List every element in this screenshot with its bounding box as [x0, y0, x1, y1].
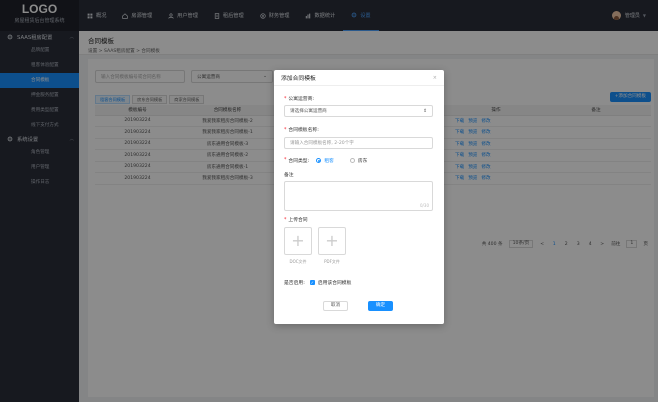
enable-row: 是否启用: ✓ 启用该合同模板 — [284, 279, 351, 286]
enable-text[interactable]: 启用该合同模板 — [318, 279, 352, 286]
radio-landlord[interactable] — [349, 158, 355, 163]
label-text: 合同模板名称: — [288, 128, 319, 133]
select-placeholder: 请选择公寓运营商 — [290, 109, 327, 114]
upload-pdf-button[interactable]: + — [318, 227, 346, 255]
up-down-arrow-icon: ⇕ — [423, 108, 427, 114]
remark-label: 备注 — [284, 173, 294, 178]
plus-icon: + — [325, 231, 339, 250]
enable-checkbox[interactable]: ✓ — [309, 280, 315, 285]
operator-label: * 公寓运营商: — [284, 95, 314, 102]
close-icon[interactable]: × — [433, 75, 437, 81]
contract-type-row: * 合同类型: 租客 房东 — [284, 157, 367, 164]
label-text: 上传合同 — [288, 218, 308, 223]
required-mark: * — [284, 218, 287, 223]
char-counter: 0/30 — [420, 203, 429, 208]
dialog-title: 添加合同模板 — [281, 76, 316, 82]
upload-pdf-caption: PDF文件 — [324, 259, 340, 264]
dialog-header: 添加合同模板 × — [274, 70, 444, 86]
template-name-label: * 合同模板名称: — [284, 126, 319, 133]
remark-textarea[interactable]: 0/30 — [284, 181, 433, 211]
upload-label: * 上传合同 — [284, 216, 308, 223]
operator-select[interactable]: 请选择公寓运营商 ⇕ — [284, 105, 433, 117]
template-name-input[interactable]: 请输入合同模板名称, 2-20个字 — [284, 137, 433, 149]
contract-type-label: 合同类型: — [288, 159, 310, 164]
plus-icon: + — [291, 231, 305, 250]
required-mark: * — [284, 158, 287, 163]
radio-landlord-label[interactable]: 房东 — [358, 157, 368, 164]
cancel-button[interactable]: 取消 — [323, 301, 348, 311]
radio-tenant-label[interactable]: 租客 — [324, 157, 334, 164]
required-mark: * — [284, 128, 287, 133]
label-text: 公寓运营商: — [288, 97, 315, 102]
add-template-dialog: 添加合同模板 × * 公寓运营商: 请选择公寓运营商 ⇕ * 合同模板名称: 请输入… — [274, 70, 444, 324]
upload-doc-caption: DOC文件 — [289, 259, 307, 264]
radio-tenant[interactable] — [316, 158, 322, 163]
enable-label: 是否启用: — [284, 281, 305, 286]
required-mark: * — [284, 97, 287, 102]
upload-doc-button[interactable]: + — [284, 227, 312, 255]
confirm-button[interactable]: 确定 — [368, 301, 393, 311]
